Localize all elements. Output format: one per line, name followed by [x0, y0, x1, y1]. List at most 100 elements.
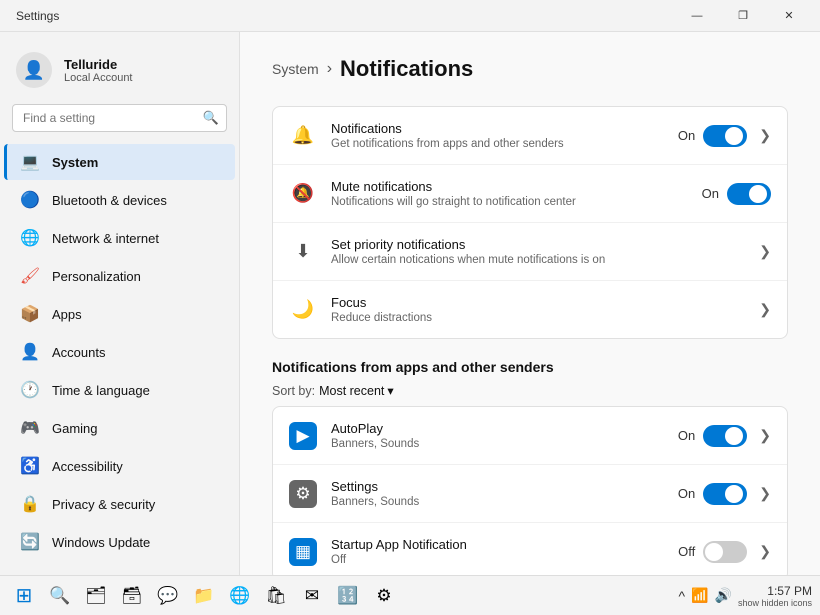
autoplay-app-icon: ▶: [289, 422, 317, 450]
app-container: 👤 Telluride Local Account 🔍 💻 System 🔵 B…: [0, 32, 820, 615]
focus-icon: 🌙: [289, 296, 317, 324]
focus-text: Focus Reduce distractions: [331, 295, 741, 324]
search-box: 🔍: [12, 104, 227, 132]
startup-app-icon: ▦: [289, 538, 317, 566]
priority-chevron-icon: ❯: [759, 243, 771, 260]
personalization-nav-label: Personalization: [52, 269, 141, 284]
breadcrumb-parent[interactable]: System: [272, 61, 319, 77]
focus-title: Focus: [331, 295, 741, 310]
startup-text: Startup App Notification Off: [331, 537, 664, 566]
titlebar-title: Settings: [16, 9, 59, 23]
taskbar-teams[interactable]: 💬: [152, 580, 184, 612]
search-input[interactable]: [12, 104, 227, 132]
settings_app-desc: Banners, Sounds: [331, 496, 664, 508]
taskbar-left: ⊞ 🔍 🗂 🗃 💬 📁 🌐 🛍 ✉ 🔢 ⚙: [8, 580, 400, 612]
notifications-desc: Get notifications from apps and other se…: [331, 138, 664, 150]
sidebar-item-accessibility[interactable]: ♿ Accessibility: [4, 448, 235, 484]
network-tray-icon[interactable]: 📶: [691, 587, 708, 604]
autoplay-toggle[interactable]: [703, 425, 747, 447]
network-nav-icon: 🌐: [20, 228, 40, 248]
setting-row-notifications[interactable]: 🔔 Notifications Get notifications from a…: [273, 107, 787, 165]
focus-desc: Reduce distractions: [331, 312, 741, 324]
sidebar-item-update[interactable]: 🔄 Windows Update: [4, 524, 235, 560]
mute-icon: 🔕: [289, 180, 317, 208]
sidebar-item-personalization[interactable]: 🖌 Personalization: [4, 258, 235, 294]
notifications-control: On ❯: [678, 125, 771, 147]
accounts-nav-icon: 👤: [20, 342, 40, 362]
bluetooth-nav-label: Bluetooth & devices: [52, 193, 167, 208]
priority-title: Set priority notifications: [331, 237, 741, 252]
nav-list: 💻 System 🔵 Bluetooth & devices 🌐 Network…: [0, 144, 239, 603]
app-row-settings_app[interactable]: ⚙ Settings Banners, Sounds On ❯: [273, 465, 787, 523]
setting-row-priority[interactable]: ⬇ Set priority notifications Allow certa…: [273, 223, 787, 281]
setting-row-focus[interactable]: 🌙 Focus Reduce distractions ❯: [273, 281, 787, 338]
mute-toggle[interactable]: [727, 183, 771, 205]
sidebar-item-privacy[interactable]: 🔒 Privacy & security: [4, 486, 235, 522]
app-row-startup[interactable]: ▦ Startup App Notification Off Off ❯: [273, 523, 787, 580]
update-nav-label: Windows Update: [52, 535, 150, 550]
apps-nav-icon: 📦: [20, 304, 40, 324]
bluetooth-nav-icon: 🔵: [20, 190, 40, 210]
setting-row-mute[interactable]: 🔕 Mute notifications Notifications will …: [273, 165, 787, 223]
sort-row: Sort by: Most recent ▾: [272, 383, 788, 398]
time-nav-label: Time & language: [52, 383, 150, 398]
content-area: System › Notifications 🔔 Notifications G…: [240, 32, 820, 615]
autoplay-title: AutoPlay: [331, 421, 664, 436]
priority-icon: ⬇: [289, 238, 317, 266]
sort-dropdown[interactable]: Most recent ▾: [319, 383, 394, 398]
privacy-nav-label: Privacy & security: [52, 497, 155, 512]
startup-label: Off: [678, 544, 695, 559]
apps-settings-card: ▶ AutoPlay Banners, Sounds On ❯ ⚙ Settin…: [272, 406, 788, 581]
user-info: Telluride Local Account: [64, 57, 133, 84]
user-section: 👤 Telluride Local Account: [0, 44, 239, 104]
taskbar-edge[interactable]: 🌐: [224, 580, 256, 612]
notifications-label: On: [678, 128, 695, 143]
notifications-icon: 🔔: [289, 122, 317, 150]
update-nav-icon: 🔄: [20, 532, 40, 552]
priority-text: Set priority notifications Allow certain…: [331, 237, 741, 266]
notifications-toggle[interactable]: [703, 125, 747, 147]
settings_app-control: On ❯: [678, 483, 771, 505]
taskbar-right: ^ 📶 🔊 1:57 PM show hidden icons: [678, 584, 812, 608]
sidebar-item-time[interactable]: 🕐 Time & language: [4, 372, 235, 408]
titlebar-controls: — ❐ ✕: [674, 0, 812, 32]
taskbar-store[interactable]: 🛍: [260, 580, 292, 612]
volume-tray-icon[interactable]: 🔊: [715, 587, 732, 604]
mute-title: Mute notifications: [331, 179, 688, 194]
sidebar-item-system[interactable]: 💻 System: [4, 144, 235, 180]
close-button[interactable]: ✕: [766, 0, 812, 32]
sidebar-item-bluetooth[interactable]: 🔵 Bluetooth & devices: [4, 182, 235, 218]
mute-text: Mute notifications Notifications will go…: [331, 179, 688, 208]
page-title: Notifications: [340, 56, 473, 82]
search-icon: 🔍: [203, 110, 219, 126]
autoplay-chevron-icon: ❯: [759, 427, 771, 444]
breadcrumb: System › Notifications: [272, 56, 788, 82]
focus-chevron-icon: ❯: [759, 301, 771, 318]
taskbar-widgets[interactable]: 🗃: [116, 580, 148, 612]
sidebar-item-network[interactable]: 🌐 Network & internet: [4, 220, 235, 256]
startup-toggle[interactable]: [703, 541, 747, 563]
show-hidden-label: show hidden icons: [738, 598, 812, 608]
sidebar-item-accounts[interactable]: 👤 Accounts: [4, 334, 235, 370]
taskview-icon[interactable]: 🗂: [80, 580, 112, 612]
start-button[interactable]: ⊞: [8, 580, 40, 612]
apps-nav-label: Apps: [52, 307, 82, 322]
accessibility-nav-label: Accessibility: [52, 459, 123, 474]
startup-chevron-icon: ❯: [759, 543, 771, 560]
taskbar-mail[interactable]: ✉: [296, 580, 328, 612]
time-nav-icon: 🕐: [20, 380, 40, 400]
sidebar-item-gaming[interactable]: 🎮 Gaming: [4, 410, 235, 446]
autoplay-text: AutoPlay Banners, Sounds: [331, 421, 664, 450]
show-hidden-icons[interactable]: ^: [678, 588, 685, 604]
search-taskbar-icon[interactable]: 🔍: [44, 580, 76, 612]
minimize-button[interactable]: —: [674, 0, 720, 32]
taskbar-explorer[interactable]: 📁: [188, 580, 220, 612]
taskbar-settings-pinned[interactable]: ⚙: [368, 580, 400, 612]
settings_app-toggle[interactable]: [703, 483, 747, 505]
sidebar-item-apps[interactable]: 📦 Apps: [4, 296, 235, 332]
mute-control: On: [702, 183, 771, 205]
app-row-autoplay[interactable]: ▶ AutoPlay Banners, Sounds On ❯: [273, 407, 787, 465]
maximize-button[interactable]: ❐: [720, 0, 766, 32]
taskbar-calc[interactable]: 🔢: [332, 580, 364, 612]
clock[interactable]: 1:57 PM show hidden icons: [738, 584, 812, 608]
